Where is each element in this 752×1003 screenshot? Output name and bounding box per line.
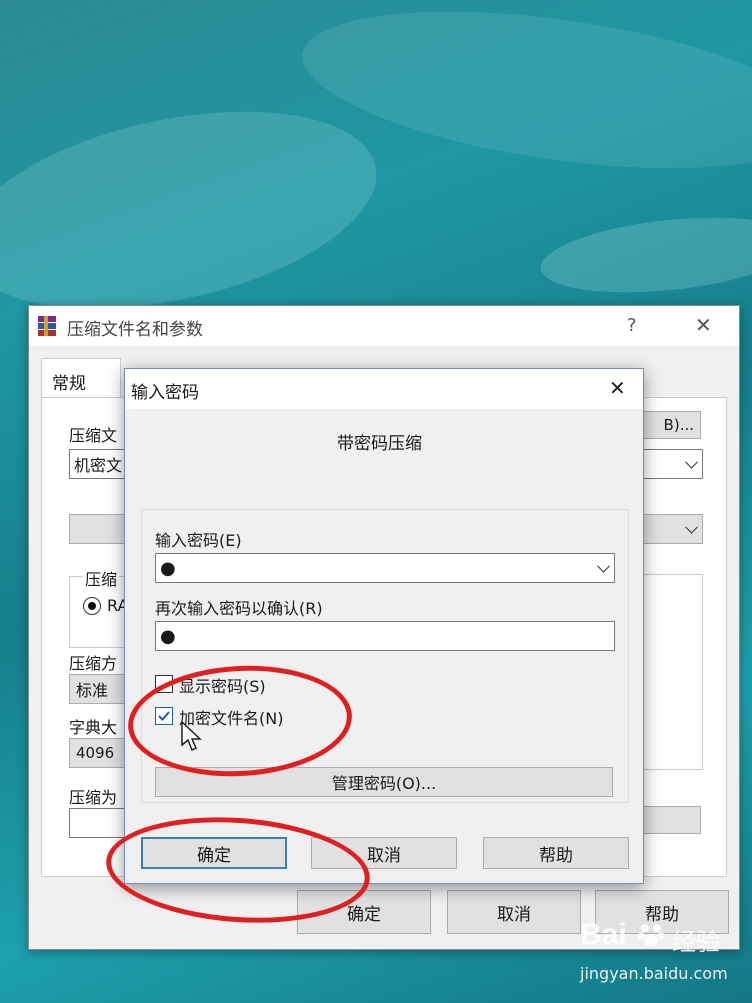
password-dialog: 输入密码 ✕ 带密码压缩 输入密码(E) ● 再次输入密码以确认(R) ● 显示… [124,368,644,884]
method-label: 压缩方 [69,654,118,673]
paw-icon [636,920,666,950]
title-bar: 压缩文件名和参数 ? ✕ [29,306,739,346]
enter-password-input[interactable]: ● [155,553,615,583]
dialog-title: 压缩文件名和参数 [67,320,203,340]
chevron-down-icon[interactable] [597,559,610,573]
archive-name-label: 压缩文 [69,426,118,445]
watermark-logo: Bai [580,918,627,951]
baidu-watermark: Bai 经验 jingyan.baidu.com [576,914,746,994]
split-label: 压缩为 [69,788,118,807]
password-title-bar: 输入密码 ✕ [125,369,643,409]
close-icon[interactable]: ✕ [695,313,712,337]
enter-password-label: 输入密码(E) [155,531,242,550]
winrar-icon [35,314,59,338]
help-button[interactable]: 帮助 [483,837,629,869]
cancel-button-bg[interactable]: 取消 [447,890,581,934]
format-group-label: 压缩 [83,566,120,590]
dictionary-label: 字典大 [69,718,118,737]
chevron-down-icon[interactable] [685,520,698,534]
password-heading: 带密码压缩 [337,434,422,454]
password-dialog-title: 输入密码 [131,383,199,403]
radio-rar[interactable] [83,597,101,615]
reenter-password-input[interactable]: ● [155,621,615,651]
watermark-url: jingyan.baidu.com [580,964,728,983]
close-icon[interactable]: ✕ [609,376,626,400]
help-icon[interactable]: ? [627,315,637,336]
tab-general[interactable]: 常规 [41,358,121,398]
chevron-down-icon[interactable] [685,455,698,469]
watermark-suffix: 经验 [672,928,720,956]
reenter-password-label: 再次输入密码以确认(R) [155,599,323,618]
